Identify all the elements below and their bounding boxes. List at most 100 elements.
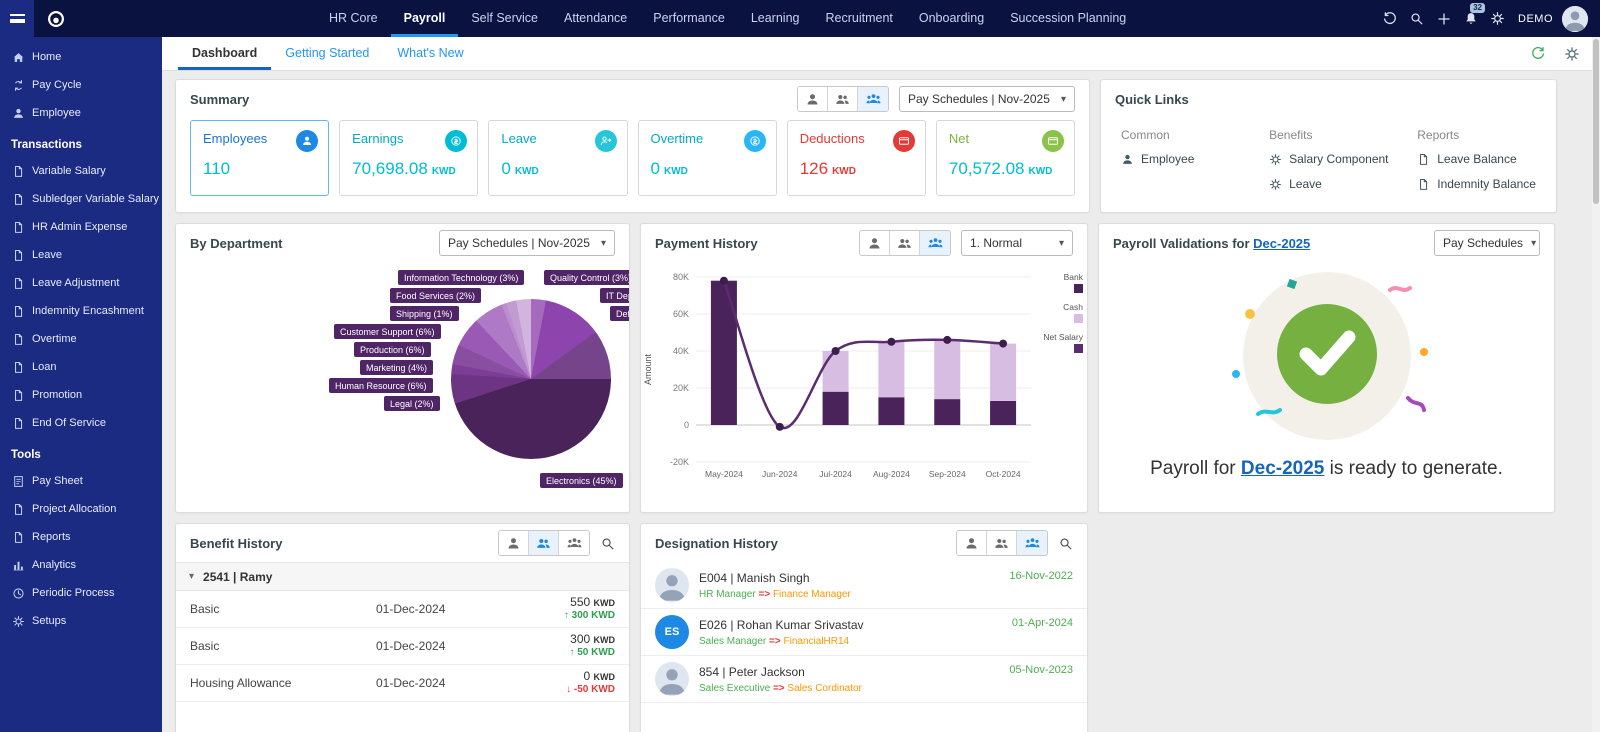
benefit-name: Basic [190, 639, 220, 653]
search-icon[interactable] [1403, 0, 1430, 37]
quick-link-employee[interactable]: Employee [1121, 152, 1269, 166]
topnav-item-performance[interactable]: Performance [640, 0, 738, 37]
user-avatar[interactable] [1562, 5, 1588, 32]
view-single-button[interactable] [798, 87, 828, 111]
employee-name: 854 | Peter Jackson [699, 664, 805, 679]
view-pair-button[interactable] [890, 231, 920, 255]
summary-tile-deductions[interactable]: Deductions 126 KWD [786, 120, 926, 196]
sidebar-item-project-allocation[interactable]: Project Allocation [0, 495, 162, 523]
view-pair-button[interactable] [828, 87, 858, 111]
quick-link-leave[interactable]: Leave [1269, 177, 1417, 191]
payment-history-chart[interactable]: -20K 0 20K 40K 60K 80K May-2024 Jun-2024 Jul-202… [641, 262, 1086, 492]
validations-filter-dropdown[interactable]: Pay Schedules ▾ [1434, 230, 1540, 256]
sidebar-item-setups[interactable]: Setups [0, 607, 162, 635]
view-single-button[interactable] [957, 531, 987, 555]
refresh-icon[interactable] [1530, 46, 1546, 62]
quick-link-leave-balance[interactable]: Leave Balance [1417, 152, 1536, 166]
designation-search-icon[interactable] [1058, 536, 1073, 551]
history-icon[interactable] [1376, 0, 1403, 37]
sidebar-item-leave[interactable]: Leave [0, 241, 162, 269]
view-group-button[interactable] [858, 87, 888, 111]
quick-link-salary-component[interactable]: Salary Component [1269, 152, 1417, 166]
avatar [655, 568, 689, 602]
payment-filter-dropdown[interactable]: 1. Normal ▾ [961, 230, 1073, 256]
designation-row[interactable]: ES E026 | Rohan Kumar Srivastav Sales Mana… [641, 609, 1087, 656]
tile-value: 126 KWD [799, 159, 856, 178]
payroll-period-link[interactable]: Dec-2025 [1241, 458, 1324, 479]
benefit-date: 01-Dec-2024 [376, 602, 446, 616]
topnav-item-succession-planning[interactable]: Succession Planning [997, 0, 1139, 37]
summary-filter-dropdown[interactable]: Pay Schedules | Nov-2025 ▾ [899, 86, 1075, 112]
designation-date: 16-Nov-2022 [1009, 570, 1073, 582]
summary-tile-net[interactable]: Net 70,572.08 KWD [935, 120, 1076, 196]
designation-history-card: Designation History E004 | Manish Singh H… [640, 523, 1088, 732]
sidebar-item-promotion[interactable]: Promotion [0, 381, 162, 409]
sidebar-item-periodic-process[interactable]: Periodic Process [0, 579, 162, 607]
topnav-item-attendance[interactable]: Attendance [551, 0, 640, 37]
view-single-button[interactable] [499, 531, 529, 555]
sidebar-item-variable-salary[interactable]: Variable Salary [0, 157, 162, 185]
designation-history-title: Designation History [655, 535, 778, 551]
designation-row[interactable]: 854 | Peter Jackson Sales Executive => Sa… [641, 656, 1087, 703]
summary-tile-overtime[interactable]: Overtime 0 KWD [637, 120, 777, 196]
summary-tile-earnings[interactable]: Earnings 70,698.08 KWD [339, 120, 479, 196]
notifications-bell-icon[interactable]: 32 [1457, 0, 1485, 37]
add-icon[interactable] [1430, 0, 1457, 37]
tab-what-s-new[interactable]: What's New [383, 37, 477, 70]
sidebar-item-home[interactable]: Home [0, 43, 162, 71]
scrollbar-thumb[interactable] [1593, 39, 1599, 204]
topnav-item-recruitment[interactable]: Recruitment [812, 0, 905, 37]
designation-change: Sales Manager => FinancialHR14 [699, 635, 850, 647]
validation-result: Payroll for Dec-2025 is ready to generat… [1099, 262, 1554, 512]
sidebar-item-loan[interactable]: Loan [0, 353, 162, 381]
topnav-item-payroll[interactable]: Payroll [391, 0, 459, 37]
benefit-row[interactable]: Basic 01-Dec-2024 550 KWD ↑ 300 KWD [176, 591, 629, 628]
view-group-button[interactable] [559, 531, 589, 555]
benefit-group-row[interactable]: ▾ 2541 | Ramy [176, 562, 629, 591]
view-group-button[interactable] [1017, 531, 1047, 555]
sidebar-item-analytics[interactable]: Analytics [0, 551, 162, 579]
benefit-row[interactable]: Basic 01-Dec-2024 300 KWD ↑ 50 KWD [176, 628, 629, 665]
topnav-item-onboarding[interactable]: Onboarding [906, 0, 997, 37]
topnav-item-self-service[interactable]: Self Service [458, 0, 551, 37]
view-group-button[interactable] [920, 231, 950, 255]
tile-value: 0 KWD [650, 159, 688, 178]
view-pair-button[interactable] [529, 531, 559, 555]
sidebar-item-employee[interactable]: Employee [0, 99, 162, 127]
sidebar-item-hr-admin-expense[interactable]: HR Admin Expense [0, 213, 162, 241]
chevron-down-icon: ▾ [1531, 237, 1537, 249]
sidebar-item-leave-adjustment[interactable]: Leave Adjustment [0, 269, 162, 297]
designation-row[interactable]: E004 | Manish Singh HR Manager => Finance… [641, 562, 1087, 609]
sidebar-item-pay-cycle[interactable]: Pay Cycle [0, 71, 162, 99]
sidebar-item-overtime[interactable]: Overtime [0, 325, 162, 353]
sidebar-item-subledger-variable-salary[interactable]: Subledger Variable Salary [0, 185, 162, 213]
view-single-button[interactable] [860, 231, 890, 255]
topnav-item-learning[interactable]: Learning [738, 0, 813, 37]
dashboard-settings-gear-icon[interactable] [1564, 46, 1580, 62]
pie-chart[interactable] [451, 299, 611, 459]
department-filter-dropdown[interactable]: Pay Schedules | Nov-2025 ▾ [439, 230, 615, 256]
sidebar-item-label: Overtime [32, 333, 77, 345]
sidebar-item-reports[interactable]: Reports [0, 523, 162, 551]
topnav-item-hr-core[interactable]: HR Core [316, 0, 391, 37]
hamburger-menu-icon[interactable] [0, 0, 34, 37]
pie-label-shipping: Shipping (1%) [390, 306, 459, 321]
tab-getting-started[interactable]: Getting Started [271, 37, 383, 70]
department-pie-chart: Quality Control (3%) IT Depart Def Electron… [176, 262, 629, 512]
summary-tile-leave[interactable]: Leave 0 KWD [488, 120, 628, 196]
quick-link-indemnity-balance[interactable]: Indemnity Balance [1417, 177, 1536, 191]
benefit-search-icon[interactable] [600, 536, 615, 551]
view-pair-button[interactable] [987, 531, 1017, 555]
settings-gear-icon[interactable] [1484, 0, 1511, 37]
avatar [655, 662, 689, 696]
designation-date: 05-Nov-2023 [1009, 664, 1073, 676]
sidebar-item-indemnity-encashment[interactable]: Indemnity Encashment [0, 297, 162, 325]
sidebar-item-end-of-service[interactable]: End Of Service [0, 409, 162, 437]
benefit-row[interactable]: Housing Allowance 01-Dec-2024 0 KWD ↓ -50 K… [176, 665, 629, 702]
summary-tile-employees[interactable]: Employees 110 [190, 120, 330, 196]
sidebar-item-pay-sheet[interactable]: Pay Sheet [0, 467, 162, 495]
sidebar-item-label: Setups [32, 615, 67, 627]
validation-period-link[interactable]: Dec-2025 [1253, 236, 1310, 251]
employee-name: E004 | Manish Singh [699, 570, 810, 585]
tab-dashboard[interactable]: Dashboard [178, 37, 272, 70]
